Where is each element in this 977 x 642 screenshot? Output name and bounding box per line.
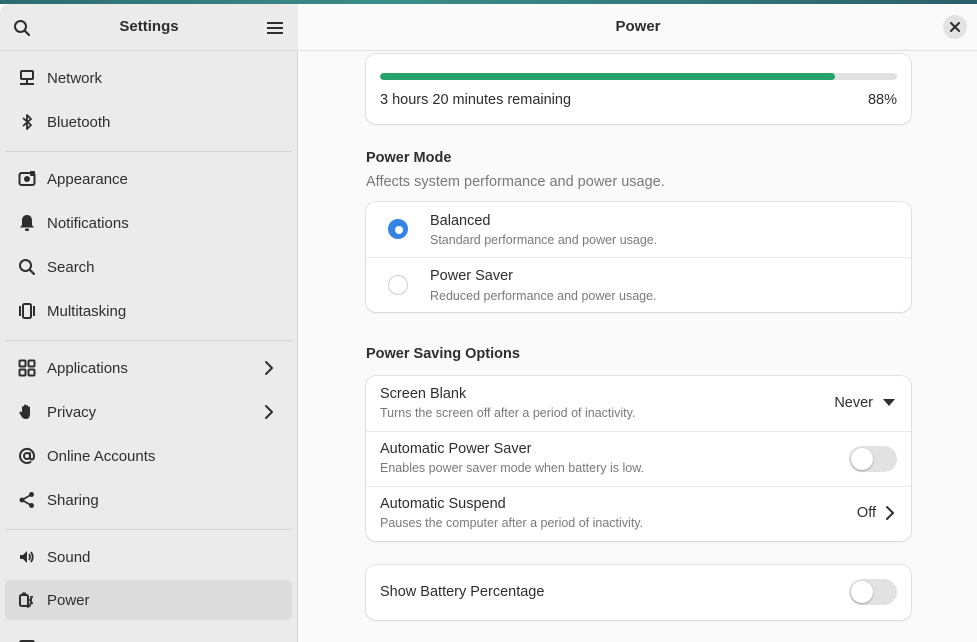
dropdown-arrow-icon [883, 399, 895, 406]
row-subtitle: Enables power saver mode when battery is… [380, 461, 645, 475]
power-mode-subtitle: Affects system performance and power usa… [366, 174, 665, 190]
chevron-right-icon [265, 361, 273, 375]
close-button[interactable] [943, 15, 967, 39]
sidebar-item-label: Network [47, 69, 103, 87]
automatic-power-saver-toggle[interactable] [849, 446, 897, 472]
hand-icon [16, 401, 38, 423]
keyboard-icon [16, 634, 38, 642]
sidebar-separator [5, 529, 292, 530]
sidebar: Settings Network Bluetooth Appearance No… [0, 4, 298, 642]
grid-icon [16, 357, 38, 379]
appearance-icon [16, 168, 38, 190]
screen-blank-dropdown-value[interactable]: Never [834, 395, 873, 411]
battery-time-remaining: 3 hours 20 minutes remaining [380, 92, 572, 108]
show-battery-percentage-row[interactable]: Show Battery Percentage [366, 565, 911, 620]
sidebar-item-notifications[interactable]: Notifications [5, 203, 292, 243]
speaker-icon [16, 546, 38, 568]
automatic-suspend-value: Off [856, 505, 876, 521]
sidebar-item-search[interactable]: Search [5, 247, 292, 287]
power-saver-radio[interactable] [388, 275, 408, 295]
sidebar-item-label: Notifications [47, 214, 129, 232]
search-icon [16, 256, 38, 278]
power-plug-icon [16, 589, 38, 611]
sidebar-item-power[interactable]: Power [5, 580, 292, 620]
settings-window: Settings Network Bluetooth Appearance No… [0, 4, 977, 642]
sidebar-item-label: Multitasking [47, 302, 127, 320]
sidebar-separator [5, 151, 292, 152]
sidebar-item-bluetooth[interactable]: Bluetooth [5, 102, 292, 142]
option-subtitle: Standard performance and power usage. [430, 233, 658, 247]
power-mode-card: Balanced Standard performance and power … [366, 202, 911, 312]
row-subtitle: Turns the screen off after a period of i… [380, 406, 636, 420]
sidebar-item-label: Privacy [47, 403, 97, 421]
bluetooth-icon [16, 111, 38, 133]
power-mode-title: Power Mode [366, 150, 452, 166]
automatic-power-saver-row[interactable]: Automatic Power Saver Enables power save… [366, 431, 911, 486]
sidebar-item-label: Sound [47, 548, 91, 566]
battery-percentage-card: Show Battery Percentage [366, 565, 911, 620]
row-subtitle: Pauses the computer after a period of in… [380, 516, 644, 530]
chevron-right-icon [886, 506, 894, 520]
show-battery-percentage-toggle[interactable] [849, 579, 897, 605]
sidebar-item-applications[interactable]: Applications [5, 348, 292, 388]
at-icon [16, 445, 38, 467]
battery-level-fill [380, 73, 835, 80]
sidebar-item-label: Search [47, 258, 95, 276]
sidebar-item-label: Bluetooth [47, 113, 111, 131]
sidebar-separator [5, 340, 292, 341]
sidebar-item-online-accounts[interactable]: Online Accounts [5, 436, 292, 476]
option-title: Balanced [430, 213, 491, 229]
bell-icon [16, 212, 38, 234]
battery-level-bar [380, 73, 897, 80]
battery-percent: 88% [867, 92, 897, 108]
main-menu-button[interactable] [260, 13, 290, 43]
sidebar-item-partial[interactable] [5, 628, 292, 642]
row-title: Show Battery Percentage [380, 584, 545, 600]
sidebar-item-multitasking[interactable]: Multitasking [5, 291, 292, 331]
option-title: Power Saver [430, 268, 514, 284]
sidebar-item-label: Sharing [47, 491, 99, 509]
share-icon [16, 489, 38, 511]
row-title: Automatic Power Saver [380, 441, 532, 457]
automatic-suspend-row[interactable]: Automatic Suspend Pauses the computer af… [366, 486, 911, 541]
sidebar-item-label: Appearance [47, 170, 128, 188]
sidebar-item-network[interactable]: Network [5, 58, 292, 98]
sidebar-title: Settings [119, 18, 179, 35]
page-title: Power [615, 18, 661, 35]
network-icon [16, 67, 38, 89]
toggle-knob [851, 581, 873, 603]
sidebar-item-privacy[interactable]: Privacy [5, 392, 292, 432]
sidebar-item-appearance[interactable]: Appearance [5, 159, 292, 199]
screen-blank-row[interactable]: Screen Blank Turns the screen off after … [366, 376, 911, 431]
power-mode-option-power-saver[interactable]: Power Saver Reduced performance and powe… [366, 257, 911, 312]
row-title: Automatic Suspend [380, 496, 506, 512]
battery-card: 3 hours 20 minutes remaining 88% [366, 54, 911, 124]
sidebar-item-sharing[interactable]: Sharing [5, 480, 292, 520]
power-mode-option-balanced[interactable]: Balanced Standard performance and power … [366, 202, 911, 257]
option-subtitle: Reduced performance and power usage. [430, 289, 657, 303]
balanced-radio[interactable] [388, 219, 408, 239]
main-header: Power [299, 4, 977, 51]
toggle-knob [851, 448, 873, 470]
sidebar-item-label: Online Accounts [47, 447, 156, 465]
power-saving-card: Screen Blank Turns the screen off after … [366, 376, 911, 541]
sidebar-header: Settings [0, 4, 298, 51]
hamburger-menu-icon [267, 22, 283, 34]
sidebar-item-sound[interactable]: Sound [5, 537, 292, 577]
multitasking-icon [16, 300, 38, 322]
main-panel: Power 3 hours 20 minutes remaining 88% P… [299, 4, 977, 642]
power-saving-title: Power Saving Options [366, 346, 520, 362]
chevron-right-icon [265, 405, 273, 419]
close-icon [950, 22, 960, 32]
sidebar-item-label: Applications [47, 359, 128, 377]
sidebar-item-label: Power [47, 591, 90, 609]
row-title: Screen Blank [380, 386, 467, 402]
